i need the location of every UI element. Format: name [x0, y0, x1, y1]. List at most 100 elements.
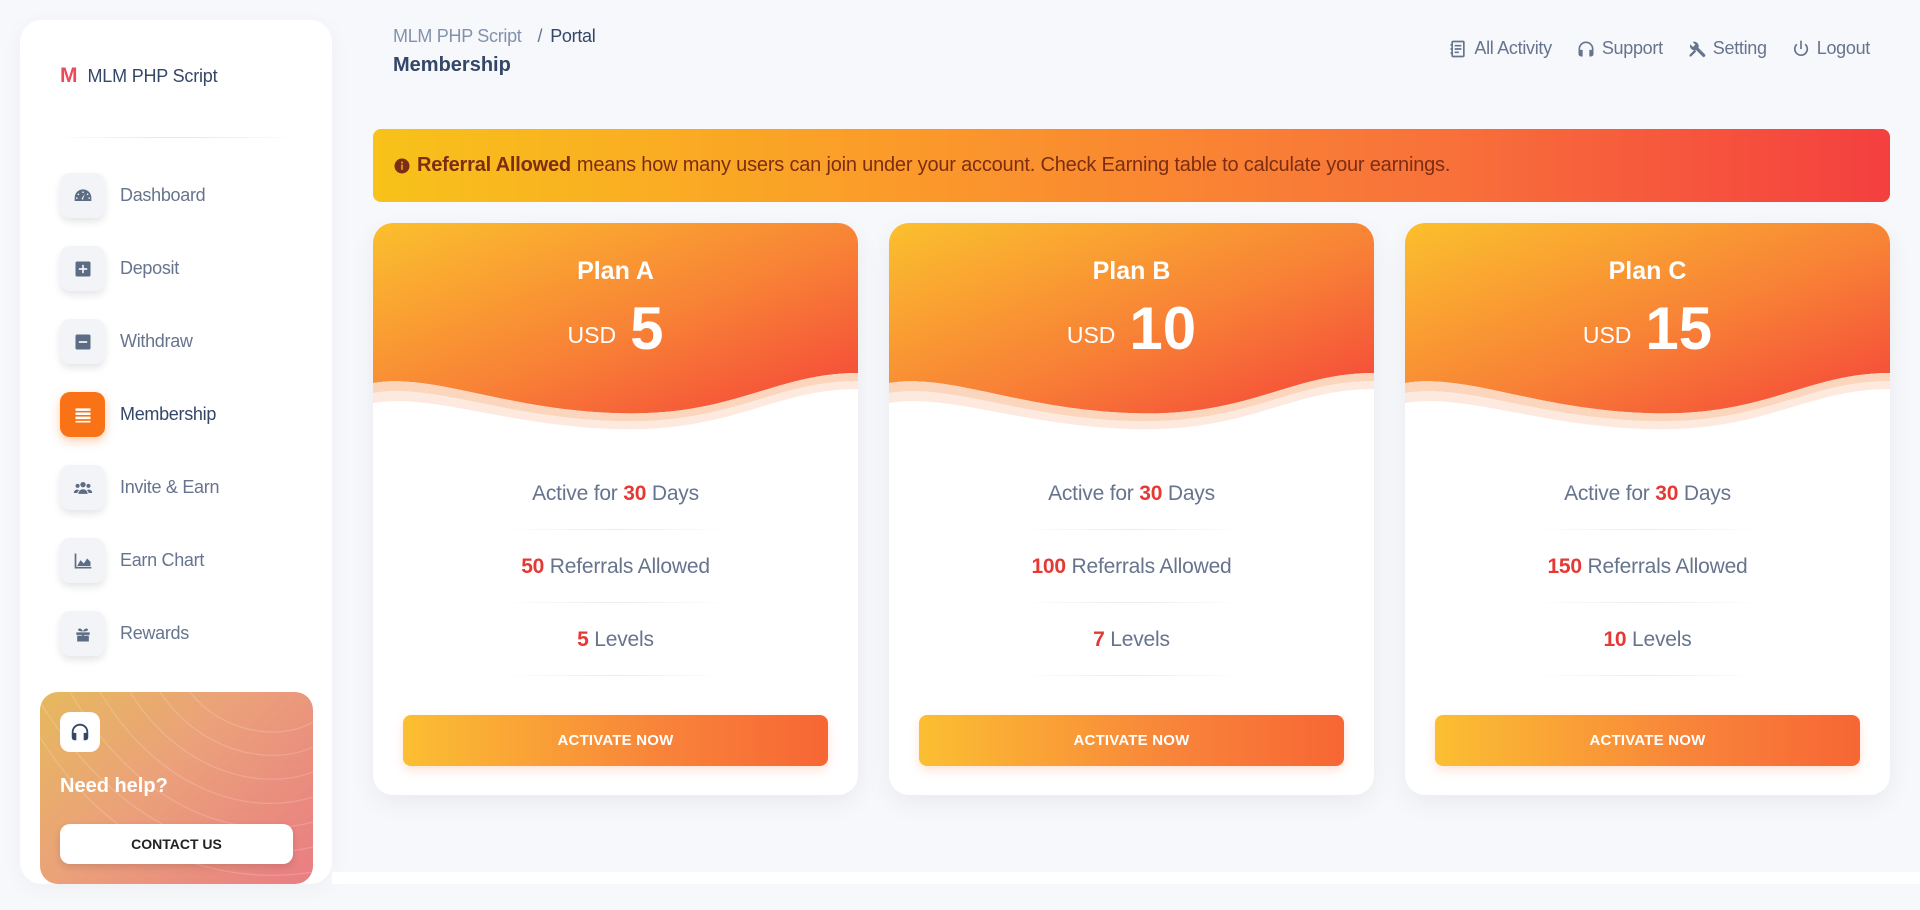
activate-now-button[interactable]: ACTIVATE NOW — [919, 715, 1344, 766]
plan-features: Active for 30 Days 100 Referrals Allowed… — [889, 457, 1374, 676]
feature-text: Active for — [532, 482, 618, 505]
plan-card-b: Plan B USD 10 Active for 30 Days 100 Refe… — [889, 223, 1374, 795]
support-link[interactable]: Support — [1576, 38, 1663, 59]
feature-value: 30 — [623, 482, 647, 505]
plan-header: Plan B USD 10 — [889, 223, 1374, 433]
feature-value: 30 — [1655, 482, 1679, 505]
plan-currency: USD — [1066, 322, 1116, 348]
plan-feature-levels: 10 Levels — [1405, 603, 1890, 676]
sidebar-item-label: Invite & Earn — [120, 477, 220, 497]
all-activity-link[interactable]: All Activity — [1448, 38, 1552, 59]
brand-name: MLM PHP Script — [87, 65, 218, 86]
sidebar-item-label: Membership — [120, 404, 217, 424]
sidebar-item-label: Withdraw — [120, 331, 193, 351]
headphones-icon — [1578, 41, 1594, 56]
plans-grid: Plan A USD 5 Active for 30 Days 50 Referr… — [373, 223, 1890, 795]
feature-text: Referrals Allowed — [1587, 555, 1748, 578]
feature-text: Active for — [1048, 482, 1134, 505]
logout-link[interactable]: Logout — [1791, 38, 1870, 59]
list-icon — [60, 392, 105, 437]
breadcrumb-root[interactable]: MLM PHP Script — [393, 26, 522, 46]
feature-text: Active for — [1564, 482, 1650, 505]
plan-currency: USD — [1582, 322, 1632, 348]
dashboard-icon — [60, 173, 105, 218]
brand-logo-icon: M — [60, 64, 78, 87]
tools-icon — [1689, 41, 1706, 57]
plan-features: Active for 30 Days 50 Referrals Allowed … — [373, 457, 858, 676]
sidebar: M MLM PHP Script Dashboard Deposit Withd… — [20, 20, 332, 884]
feature-value: 5 — [577, 628, 589, 651]
sidebar-item-invite-earn[interactable]: Invite & Earn — [60, 465, 310, 510]
info-alert: Referral Allowed means how many users ca… — [373, 129, 1890, 202]
plan-feature-days: Active for 30 Days — [1405, 457, 1890, 530]
plan-header: Plan A USD 5 — [373, 223, 858, 433]
alert-strong: Referral Allowed — [417, 154, 571, 176]
plan-amount: 15 — [1645, 295, 1713, 362]
plan-feature-days: Active for 30 Days — [889, 457, 1374, 530]
contact-us-button[interactable]: CONTACT US — [60, 824, 293, 864]
plan-price: USD 15 — [1405, 299, 1890, 359]
all-activity-label: All Activity — [1474, 38, 1552, 58]
sidebar-divider — [50, 137, 302, 138]
sidebar-item-label: Rewards — [120, 623, 189, 643]
footer-strip — [332, 872, 1920, 884]
plus-square-icon — [60, 246, 105, 291]
plan-card-c: Plan C USD 15 Active for 30 Days 150 Refe… — [1405, 223, 1890, 795]
plan-currency: USD — [567, 322, 617, 348]
feature-text: Levels — [1632, 628, 1692, 651]
breadcrumb-separator: / — [537, 26, 543, 46]
sidebar-item-deposit[interactable]: Deposit — [60, 246, 310, 291]
sidebar-item-label: Dashboard — [120, 185, 206, 205]
plan-amount: 5 — [630, 295, 664, 362]
setting-label: Setting — [1712, 38, 1767, 58]
activate-now-button[interactable]: ACTIVATE NOW — [1435, 715, 1860, 766]
plan-feature-days: Active for 30 Days — [373, 457, 858, 530]
info-icon — [394, 158, 410, 173]
sidebar-nav: Dashboard Deposit Withdraw Membership In… — [60, 173, 310, 684]
setting-link[interactable]: Setting — [1687, 38, 1767, 59]
page-title: Membership — [393, 54, 511, 76]
activate-now-button[interactable]: ACTIVATE NOW — [403, 715, 828, 766]
plan-name: Plan A — [577, 257, 654, 285]
support-label: Support — [1601, 38, 1663, 58]
sidebar-item-withdraw[interactable]: Withdraw — [60, 319, 310, 364]
help-title: Need help? — [60, 775, 168, 797]
power-icon — [1793, 40, 1808, 56]
help-card: Need help? CONTACT US — [40, 692, 313, 884]
headphones-icon — [60, 712, 100, 752]
plan-feature-referrals: 150 Referrals Allowed — [1405, 530, 1890, 603]
feature-text: Days — [651, 482, 699, 505]
feature-text: Levels — [1110, 628, 1170, 651]
feature-text: Levels — [594, 628, 654, 651]
top-nav: All Activity Support Setting Logout — [1448, 38, 1870, 59]
plan-feature-referrals: 100 Referrals Allowed — [889, 530, 1374, 603]
plan-price: USD 10 — [889, 299, 1374, 359]
plan-feature-levels: 5 Levels — [373, 603, 858, 676]
sidebar-item-earn-chart[interactable]: Earn Chart — [60, 538, 310, 583]
brand[interactable]: M MLM PHP Script — [60, 64, 218, 88]
feature-value: 7 — [1093, 628, 1105, 651]
sidebar-item-label: Deposit — [120, 258, 179, 278]
plan-name: Plan C — [1608, 257, 1687, 285]
feature-value: 30 — [1139, 482, 1163, 505]
plan-card-a: Plan A USD 5 Active for 30 Days 50 Referr… — [373, 223, 858, 795]
plan-price: USD 5 — [373, 299, 858, 359]
plan-feature-levels: 7 Levels — [889, 603, 1374, 676]
users-icon — [60, 465, 105, 510]
gift-icon — [60, 611, 105, 656]
feature-value: 100 — [1031, 555, 1066, 578]
sidebar-item-membership[interactable]: Membership — [60, 392, 310, 437]
feature-value: 10 — [1603, 628, 1627, 651]
plan-amount: 10 — [1129, 295, 1197, 362]
sidebar-item-dashboard[interactable]: Dashboard — [60, 173, 310, 218]
sidebar-item-rewards[interactable]: Rewards — [60, 611, 310, 656]
plan-feature-referrals: 50 Referrals Allowed — [373, 530, 858, 603]
area-chart-icon — [60, 538, 105, 583]
sidebar-item-label: Earn Chart — [120, 550, 205, 570]
breadcrumb: MLM PHP Script / Portal — [393, 26, 596, 47]
logout-label: Logout — [1816, 38, 1871, 58]
breadcrumb-current: Portal — [550, 26, 596, 46]
plan-name: Plan B — [1092, 257, 1171, 285]
feature-value: 150 — [1547, 555, 1582, 578]
feature-text: Days — [1683, 482, 1731, 505]
